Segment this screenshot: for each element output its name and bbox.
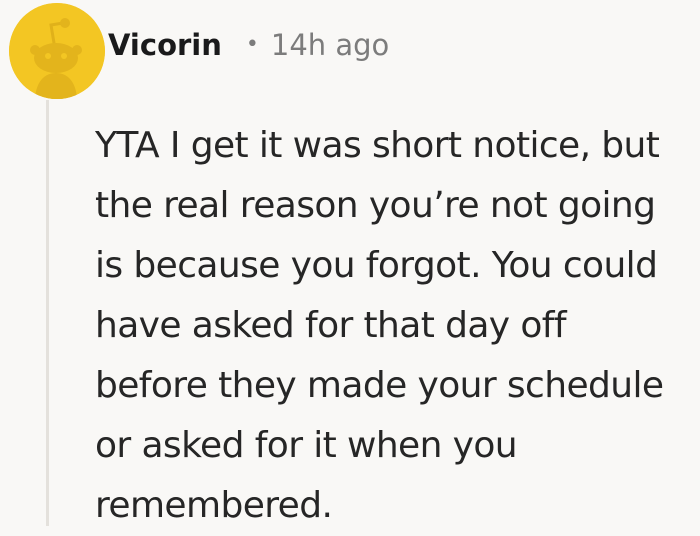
username[interactable]: Vicorin — [108, 28, 222, 62]
comment-body: YTA I get it was short notice, but the r… — [95, 116, 695, 536]
comment-line: the real reason you’re not going — [95, 185, 656, 226]
comment-line: before they made your schedule — [95, 365, 664, 406]
thread-line[interactable] — [46, 100, 49, 526]
separator-dot: • — [245, 31, 259, 57]
comment-line: remembered. — [95, 485, 333, 526]
comment: Vicorin • 14h ago YTA I get it was short… — [0, 0, 700, 526]
comment-header: Vicorin • 14h ago — [108, 22, 389, 68]
comment-line: is because you forgot. You could — [95, 245, 658, 286]
avatar[interactable] — [9, 3, 105, 99]
comment-line: or asked for it when you — [95, 425, 518, 466]
comment-line: YTA I get it was short notice, but — [95, 125, 660, 166]
reddit-snoo-icon — [9, 3, 105, 99]
timestamp[interactable]: 14h ago — [271, 28, 389, 62]
comment-line: have asked for that day off — [95, 305, 567, 346]
